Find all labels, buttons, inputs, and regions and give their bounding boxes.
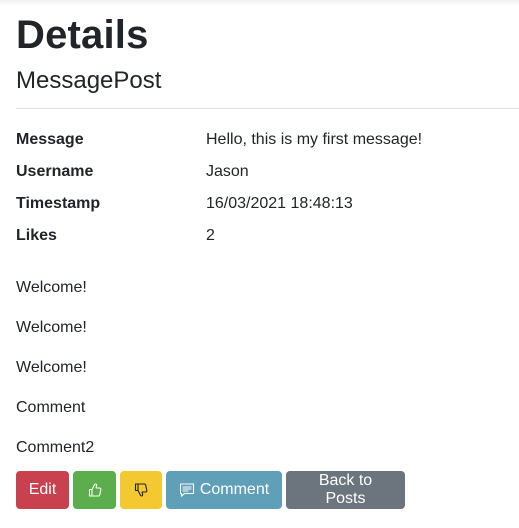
dislike-button[interactable] <box>120 471 162 509</box>
detail-row-username: Username Jason <box>16 156 519 188</box>
detail-value-username: Jason <box>206 163 249 180</box>
comment-button-label: Comment <box>199 481 270 498</box>
action-bar: Edit Comment Back to Posts <box>16 471 405 509</box>
divider <box>16 108 519 109</box>
detail-value-message: Hello, this is my first message! <box>206 131 423 148</box>
thumbs-up-icon <box>87 482 103 498</box>
detail-value-likes: 2 <box>206 227 215 244</box>
comment-item: Welcome! <box>16 279 87 296</box>
like-button[interactable] <box>73 471 116 509</box>
detail-term-timestamp: Timestamp <box>16 195 101 212</box>
page-title: Details <box>16 13 149 57</box>
details-list: Message Hello, this is my first message!… <box>16 124 519 252</box>
page-subtitle: MessagePost <box>16 67 162 94</box>
detail-term-message: Message <box>16 131 84 148</box>
comment-item: Comment <box>16 399 86 416</box>
thumbs-down-icon <box>133 482 149 498</box>
detail-term-likes: Likes <box>16 227 57 244</box>
comment-item: Comment2 <box>16 439 95 456</box>
detail-term-username: Username <box>16 163 94 180</box>
back-to-posts-button[interactable]: Back to Posts <box>286 471 405 509</box>
detail-row-timestamp: Timestamp 16/03/2021 18:48:13 <box>16 188 519 220</box>
detail-value-timestamp: 16/03/2021 18:48:13 <box>206 195 353 212</box>
comment-item: Welcome! <box>16 319 87 336</box>
comments-list: Welcome! Welcome! Welcome! Comment Comme… <box>16 268 94 468</box>
comment-item: Welcome! <box>16 359 87 376</box>
details-page: Details MessagePost Message Hello, this … <box>0 0 519 528</box>
chat-icon <box>179 482 195 498</box>
comment-button[interactable]: Comment <box>166 471 282 509</box>
edit-button[interactable]: Edit <box>16 471 69 509</box>
top-bar <box>0 0 519 6</box>
detail-row-likes: Likes 2 <box>16 220 519 252</box>
detail-row-message: Message Hello, this is my first message! <box>16 124 519 156</box>
